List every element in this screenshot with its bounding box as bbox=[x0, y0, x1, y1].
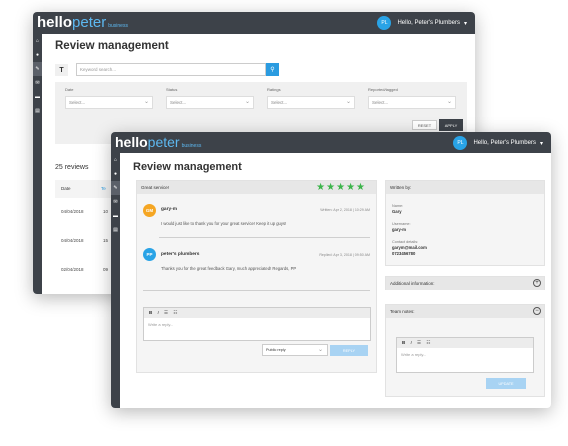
reply-editor[interactable]: B I ☰ ☷ Write a reply... bbox=[143, 307, 371, 341]
update-button[interactable]: UPDATE bbox=[486, 378, 526, 389]
table-header-date: Date Te bbox=[55, 180, 113, 198]
username-label: Username: bbox=[392, 222, 411, 226]
numbered-list-icon[interactable]: ☷ bbox=[426, 340, 430, 345]
table-cell: 10 bbox=[103, 209, 109, 214]
foreground-window: hellopeter business PL Hello, Peter's Plu… bbox=[111, 132, 551, 408]
name-label: Name: bbox=[392, 204, 404, 208]
chevron-down-icon: ⌄ bbox=[446, 99, 452, 105]
numbered-list-icon[interactable]: ☷ bbox=[173, 310, 177, 315]
name-value: Gary bbox=[392, 209, 402, 214]
filter-select-reported[interactable]: Select... ⌄ bbox=[368, 96, 456, 109]
plus-icon[interactable]: + bbox=[533, 279, 541, 287]
team-notes-panel: Team notes: − B I ☰ ☷ Write a reply... U… bbox=[385, 304, 545, 397]
bold-icon[interactable]: B bbox=[402, 340, 405, 345]
written-by-panel: Written by: Name: Gary Username: gary-m … bbox=[385, 180, 545, 266]
chevron-down-icon: ▾ bbox=[463, 20, 467, 27]
review-card: Great service! ★★★★★ GM gary-m Written: … bbox=[136, 180, 377, 373]
italic-icon[interactable]: I bbox=[158, 310, 159, 315]
chevron-down-icon: ▾ bbox=[539, 140, 543, 147]
sidebar: ⌂ ● ✎ ✉ ▬ ▤ bbox=[33, 34, 42, 294]
team-notes-header: Team notes: bbox=[386, 305, 544, 318]
avatar: PL bbox=[377, 16, 392, 30]
logo[interactable]: hellopeter business bbox=[115, 134, 201, 150]
reset-button[interactable]: RESET bbox=[412, 120, 437, 130]
divider bbox=[143, 290, 370, 291]
home-icon[interactable]: ⌂ bbox=[111, 153, 120, 167]
notes-placeholder: Write a reply... bbox=[401, 352, 427, 357]
editor-toolbar: B I ☰ ☷ bbox=[397, 338, 533, 348]
user-icon[interactable]: ● bbox=[33, 48, 42, 62]
bold-icon[interactable]: B bbox=[149, 310, 152, 315]
phone-value: 0723456780 bbox=[392, 251, 416, 256]
home-icon[interactable]: ⌂ bbox=[33, 34, 42, 48]
analytics-icon[interactable]: ▤ bbox=[111, 223, 120, 237]
visibility-select[interactable]: Public reply ⌄ bbox=[262, 344, 328, 356]
comment-meta: Written: Apr 2, 2018 | 10:29 AM bbox=[320, 208, 370, 212]
page-title: Review management bbox=[133, 161, 242, 173]
user-menu[interactable]: PL Hello, Peter's Plumbers ▾ bbox=[453, 136, 543, 150]
briefcase-icon[interactable]: ▬ bbox=[33, 90, 42, 104]
reviews-count: 25 reviews bbox=[55, 164, 89, 171]
additional-info-panel[interactable]: Additional information: + bbox=[385, 276, 545, 290]
filter-label-status: Status bbox=[166, 87, 178, 92]
reviews-icon[interactable]: ✎ bbox=[111, 181, 120, 195]
user-menu[interactable]: PL Hello, Peter's Plumbers ▾ bbox=[377, 16, 467, 30]
search-icon: ⚲ bbox=[270, 67, 275, 73]
filter-select-status[interactable]: Select... ⌄ bbox=[166, 96, 254, 109]
briefcase-icon[interactable]: ▬ bbox=[111, 209, 120, 223]
bullet-list-icon[interactable]: ☰ bbox=[164, 310, 168, 315]
italic-icon[interactable]: I bbox=[411, 340, 412, 345]
bullet-list-icon[interactable]: ☰ bbox=[417, 340, 421, 345]
filter-label-reported: Reported/tagged bbox=[368, 87, 398, 92]
minus-icon[interactable]: − bbox=[533, 307, 541, 315]
filter-select-date[interactable]: Select... ⌄ bbox=[65, 96, 153, 109]
reply-placeholder: Write a reply... bbox=[148, 322, 174, 327]
user-icon[interactable]: ● bbox=[111, 167, 120, 181]
apply-button[interactable]: APPLY bbox=[439, 119, 463, 131]
logo[interactable]: hellopeter business bbox=[37, 14, 128, 31]
reviews-icon[interactable]: ✎ bbox=[33, 62, 42, 76]
written-by-header: Written by: bbox=[386, 181, 544, 194]
reply-button[interactable]: REPLY bbox=[330, 345, 368, 356]
sidebar: ⌂ ● ✎ ✉ ▬ ▤ bbox=[111, 153, 120, 408]
filter-label-ratings: Ratings bbox=[267, 87, 281, 92]
editor-toolbar: B I ☰ ☷ bbox=[144, 308, 370, 318]
analytics-icon[interactable]: ▤ bbox=[33, 104, 42, 118]
email-value: garym@mail.com bbox=[392, 245, 427, 250]
chevron-down-icon: ⌄ bbox=[143, 99, 149, 105]
avatar: PP bbox=[143, 248, 156, 261]
top-bar: hellopeter business PL Hello, Peter's Plu… bbox=[33, 12, 475, 34]
user-greeting: Hello, Peter's Plumbers bbox=[473, 140, 536, 146]
comment-text: I would just like to thank you for your … bbox=[161, 221, 287, 226]
table-cell: 09 bbox=[103, 267, 109, 272]
contact-label: Contact details: bbox=[392, 240, 419, 244]
additional-info-header: Additional information: bbox=[386, 277, 544, 290]
comment-text: Thanks you for the great feedback Gary, … bbox=[161, 266, 297, 271]
filter-label-date: Date bbox=[65, 87, 74, 92]
comment-author: gary-m bbox=[161, 207, 177, 212]
search-button[interactable]: ⚲ bbox=[266, 63, 279, 76]
table-cell: 15 bbox=[103, 238, 109, 243]
username-value: gary-m bbox=[392, 227, 406, 232]
review-title: Great service! bbox=[141, 185, 170, 190]
chat-icon[interactable]: ✉ bbox=[33, 76, 42, 90]
chat-icon[interactable]: ✉ bbox=[111, 195, 120, 209]
avatar: GM bbox=[143, 204, 156, 217]
chevron-down-icon: ⌄ bbox=[345, 99, 351, 105]
review-header: Great service! ★★★★★ bbox=[137, 181, 376, 194]
chevron-down-icon: ⌄ bbox=[317, 347, 323, 353]
team-notes-editor[interactable]: B I ☰ ☷ Write a reply... bbox=[396, 337, 534, 373]
filter-select-ratings[interactable]: Select... ⌄ bbox=[267, 96, 355, 109]
chevron-down-icon: ⌄ bbox=[244, 99, 250, 105]
user-greeting: Hello, Peter's Plumbers bbox=[397, 20, 460, 26]
avatar: PL bbox=[453, 136, 468, 150]
top-bar: hellopeter business PL Hello, Peter's Plu… bbox=[111, 132, 551, 153]
page-title: Review management bbox=[55, 40, 169, 52]
comment-author: peter's plumbers bbox=[161, 252, 200, 257]
comment-meta: Replied: Apr 3, 2018 | 09:50 AM bbox=[319, 253, 370, 257]
filter-icon[interactable]: T bbox=[55, 64, 68, 76]
search-input[interactable]: Keyword search... bbox=[76, 63, 266, 76]
star-rating: ★★★★★ bbox=[316, 182, 366, 193]
divider bbox=[159, 237, 370, 238]
